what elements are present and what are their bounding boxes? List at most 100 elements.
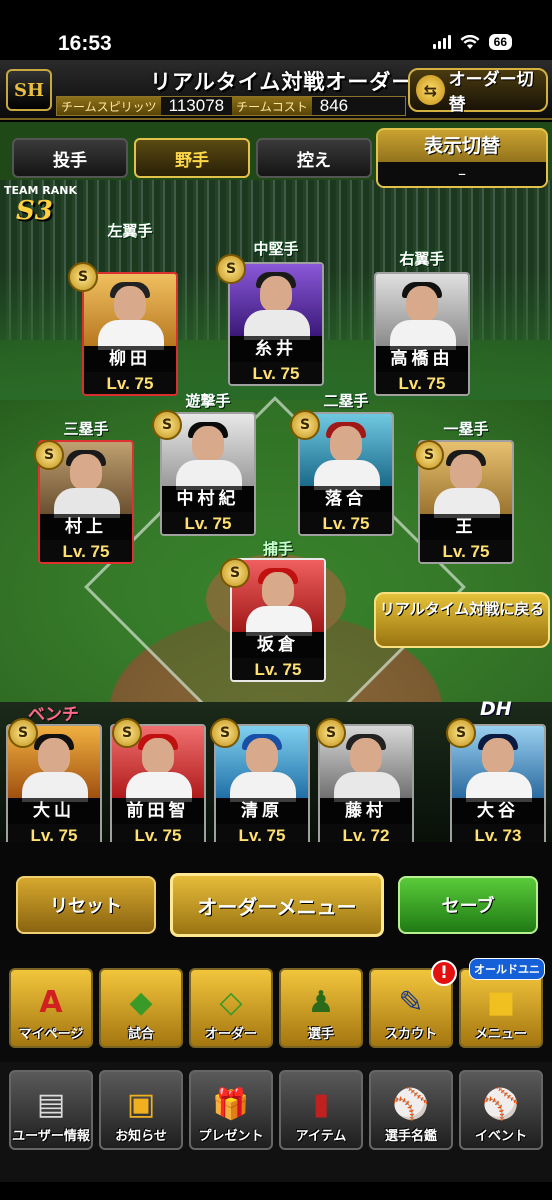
special-skill-icon: S bbox=[68, 262, 98, 292]
nav-player-directory[interactable]: ⚾ 選手名鑑 bbox=[369, 1070, 453, 1150]
header: SH リアルタイム対戦オーダー チームスピリッツ 113078 チームコスト 8… bbox=[0, 60, 552, 120]
position-label-cf: 中堅手 bbox=[253, 240, 299, 258]
player-name: 落合 bbox=[300, 486, 392, 512]
player-name: 高橋由 bbox=[376, 346, 468, 372]
tab-fielder[interactable]: 野手 bbox=[134, 138, 250, 178]
cost-value: 846 bbox=[319, 96, 349, 115]
display-switch-button[interactable]: 表示切替 – bbox=[376, 128, 548, 188]
player-level: Lv. 75 bbox=[40, 540, 132, 562]
player-name: 糸井 bbox=[230, 336, 322, 362]
nav-label: 試合 bbox=[127, 1027, 154, 1042]
save-button[interactable]: セーブ bbox=[398, 876, 538, 934]
reset-button[interactable]: リセット bbox=[16, 876, 156, 934]
player-head bbox=[262, 572, 294, 608]
wifi-icon bbox=[460, 34, 480, 49]
position-label-rf: 右翼手 bbox=[399, 250, 445, 268]
nav-user-info[interactable]: ▤ ユーザー情報 bbox=[9, 1070, 93, 1150]
event-icon: ⚾ bbox=[482, 1087, 520, 1122]
mypage-icon: A bbox=[39, 985, 63, 1020]
tab-pitcher[interactable]: 投手 bbox=[12, 138, 128, 178]
spirits-label: チームスピリッツ bbox=[57, 97, 161, 115]
alert-badge: ! bbox=[431, 960, 457, 986]
team-rank-value: S3 bbox=[16, 196, 53, 226]
position-tabs: 投手 野手 控え bbox=[12, 138, 372, 178]
cost-label: チームコスト bbox=[232, 97, 312, 115]
player-name: 清原 bbox=[216, 798, 308, 824]
nav-players[interactable]: ♟ 選手 bbox=[279, 968, 363, 1048]
player-level: Lv. 75 bbox=[162, 512, 254, 534]
player-name: 柳田 bbox=[84, 346, 176, 372]
player-name: 大谷 bbox=[452, 798, 544, 824]
nav-label: イベント bbox=[474, 1129, 527, 1144]
nav-event[interactable]: ⚾ イベント bbox=[459, 1070, 543, 1150]
back-to-realtime-button[interactable]: リアルタイム対戦に戻る bbox=[374, 592, 550, 648]
position-label-lf: 左翼手 bbox=[107, 222, 153, 240]
player-head bbox=[406, 286, 438, 322]
nav-mypage[interactable]: A マイページ bbox=[9, 968, 93, 1048]
page-title: リアルタイム対戦オーダー bbox=[150, 70, 414, 94]
nav-label: お知らせ bbox=[115, 1129, 167, 1144]
nav-item[interactable]: ▮ アイテム bbox=[279, 1070, 363, 1150]
order-menu-button[interactable]: オーダーメニュー bbox=[170, 873, 384, 937]
position-label-ss: 遊撃手 bbox=[185, 392, 231, 410]
dh-label: DH bbox=[480, 698, 512, 720]
player-name: 村上 bbox=[40, 514, 132, 540]
sub-nav: ▤ ユーザー情報 ▣ お知らせ 🎁 プレゼント ▮ アイテム ⚾ 選手名鑑 ⚾ … bbox=[0, 1062, 552, 1182]
nav-label: 選手名鑑 bbox=[384, 1129, 437, 1144]
player-level: Lv. 72 bbox=[320, 824, 412, 842]
special-skill-icon: S bbox=[290, 410, 320, 440]
item-icon: ▮ bbox=[312, 1087, 330, 1122]
special-skill-icon: S bbox=[152, 410, 182, 440]
nav-label: マイページ bbox=[18, 1027, 84, 1042]
tab-reserve[interactable]: 控え bbox=[256, 138, 372, 178]
player-card-lf[interactable]: 柳田 Lv. 75 bbox=[82, 272, 178, 396]
special-skill-icon: S bbox=[112, 718, 142, 748]
status-icons: 66 bbox=[432, 34, 512, 50]
player-level: Lv. 75 bbox=[232, 658, 324, 680]
player-level: Lv. 75 bbox=[112, 824, 204, 842]
nav-label: スカウト bbox=[384, 1027, 437, 1042]
order-icon: ◇ bbox=[219, 985, 243, 1020]
player-card-cf[interactable]: 糸井 Lv. 75 bbox=[228, 262, 324, 386]
player-name: 前田智 bbox=[112, 798, 204, 824]
player-head bbox=[350, 738, 382, 774]
order-switch-label: オーダー切替 bbox=[448, 70, 534, 115]
field-icon: ◆ bbox=[129, 985, 153, 1020]
position-label-2b: 二塁手 bbox=[323, 392, 369, 410]
special-skill-icon: S bbox=[216, 254, 246, 284]
player-head bbox=[38, 738, 70, 774]
player-level: Lv. 75 bbox=[216, 824, 308, 842]
player-name: 中村紀 bbox=[162, 486, 254, 512]
nav-label: オーダー bbox=[204, 1027, 257, 1042]
nav-scout[interactable]: ✎ スカウト ! bbox=[369, 960, 457, 1048]
special-skill-icon: S bbox=[316, 718, 346, 748]
swap-icon: ⇆ bbox=[416, 75, 445, 105]
player-name: 大山 bbox=[8, 798, 100, 824]
team-logo: SH bbox=[6, 69, 52, 111]
player-card-rf[interactable]: 高橋由 Lv. 75 bbox=[374, 272, 470, 396]
special-skill-icon: S bbox=[8, 718, 38, 748]
special-skill-icon: S bbox=[446, 718, 476, 748]
position-label-1b: 一塁手 bbox=[443, 420, 489, 438]
player-head bbox=[114, 286, 146, 322]
nav-present[interactable]: 🎁 プレゼント bbox=[189, 1070, 273, 1150]
nav-menu[interactable]: ■ メニュー オールドユニ bbox=[459, 958, 545, 1048]
player-head bbox=[450, 454, 482, 490]
nav-order[interactable]: ◇ オーダー bbox=[189, 968, 273, 1048]
bench-label: ベンチ bbox=[28, 705, 79, 725]
player-head bbox=[246, 738, 278, 774]
order-switch-button[interactable]: ⇆ オーダー切替 bbox=[408, 68, 548, 115]
player-level: Lv. 75 bbox=[8, 824, 100, 842]
scout-icon: ✎ bbox=[398, 985, 424, 1020]
team-stats: チームスピリッツ 113078 チームコスト 846 bbox=[56, 96, 406, 116]
special-skill-icon: S bbox=[34, 440, 64, 470]
display-switch-value: – bbox=[378, 162, 546, 186]
player-level: Lv. 75 bbox=[230, 362, 322, 384]
nav-label: ユーザー情報 bbox=[12, 1129, 90, 1144]
nav-label: 選手 bbox=[307, 1027, 334, 1042]
player-name: 王 bbox=[420, 514, 512, 540]
nav-news[interactable]: ▣ お知らせ bbox=[99, 1070, 183, 1150]
nav-match[interactable]: ◆ 試合 bbox=[99, 968, 183, 1048]
status-bar: 16:53 66 bbox=[0, 0, 552, 60]
player-head bbox=[70, 454, 102, 490]
